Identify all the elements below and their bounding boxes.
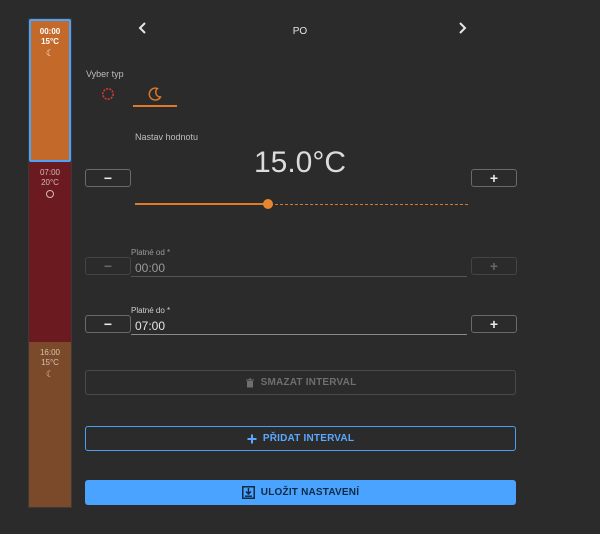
plus-icon xyxy=(247,434,257,444)
valid-to-input[interactable]: 07:00 xyxy=(131,319,467,335)
valid-from-increase-button[interactable]: + xyxy=(471,257,517,275)
delete-interval-label: SMAZAT INTERVAL xyxy=(260,377,357,388)
selected-type-indicator xyxy=(133,105,177,107)
valid-to-field[interactable]: Platné do * 07:00 xyxy=(131,306,467,335)
valid-from-input[interactable]: 00:00 xyxy=(131,261,467,277)
valid-to-increase-button[interactable]: + xyxy=(471,315,517,333)
valid-from-field[interactable]: Platné od * 00:00 xyxy=(131,248,467,277)
add-interval-button[interactable]: PŘIDAT INTERVAL xyxy=(85,426,516,451)
day-title: PO xyxy=(292,26,308,37)
type-moon-button[interactable] xyxy=(133,82,177,107)
decrease-temperature-button[interactable]: − xyxy=(85,169,131,187)
interval-temperature: 15°C xyxy=(41,358,59,367)
interval-temperature: 15°C xyxy=(41,37,59,46)
day-timeline: 00:00 15°C ☾ 07:00 20°C 16:00 15°C ☾ xyxy=(28,18,72,508)
temperature-slider-fill xyxy=(135,203,269,205)
save-settings-label: ULOŽIT NASTAVENÍ xyxy=(260,487,360,498)
valid-from-label: Platné od * xyxy=(131,248,171,257)
setpoint-value: 15.0°C xyxy=(253,146,347,179)
setpoint-label: Nastav hodnotu xyxy=(135,132,199,142)
save-icon xyxy=(241,486,255,499)
valid-from-decrease-button[interactable]: − xyxy=(85,257,131,275)
moon-icon: ☾ xyxy=(45,48,55,58)
valid-to-decrease-button[interactable]: − xyxy=(85,315,131,333)
type-sun-button[interactable] xyxy=(88,82,128,106)
delete-interval-button[interactable]: SMAZAT INTERVAL xyxy=(85,370,516,395)
increase-temperature-button[interactable]: + xyxy=(471,169,517,187)
timeline-interval[interactable]: 07:00 20°C xyxy=(29,162,71,342)
timeline-interval[interactable]: 16:00 15°C ☾ xyxy=(29,342,71,507)
temperature-slider-thumb[interactable] xyxy=(263,199,274,209)
chevron-right-icon xyxy=(459,22,467,34)
valid-to-label: Platné do * xyxy=(131,306,171,315)
next-day-button[interactable] xyxy=(455,21,469,35)
moon-icon: ☾ xyxy=(45,369,55,379)
save-settings-button[interactable]: ULOŽIT NASTAVENÍ xyxy=(85,480,516,505)
moon-icon xyxy=(148,87,162,101)
interval-start-time: 16:00 xyxy=(39,348,61,357)
timeline-interval[interactable]: 00:00 15°C ☾ xyxy=(29,19,71,162)
sun-icon xyxy=(102,88,114,100)
trash-icon xyxy=(245,378,255,388)
add-interval-label: PŘIDAT INTERVAL xyxy=(262,433,355,444)
type-label: Vyber typ xyxy=(86,69,124,79)
sun-icon xyxy=(46,190,54,198)
